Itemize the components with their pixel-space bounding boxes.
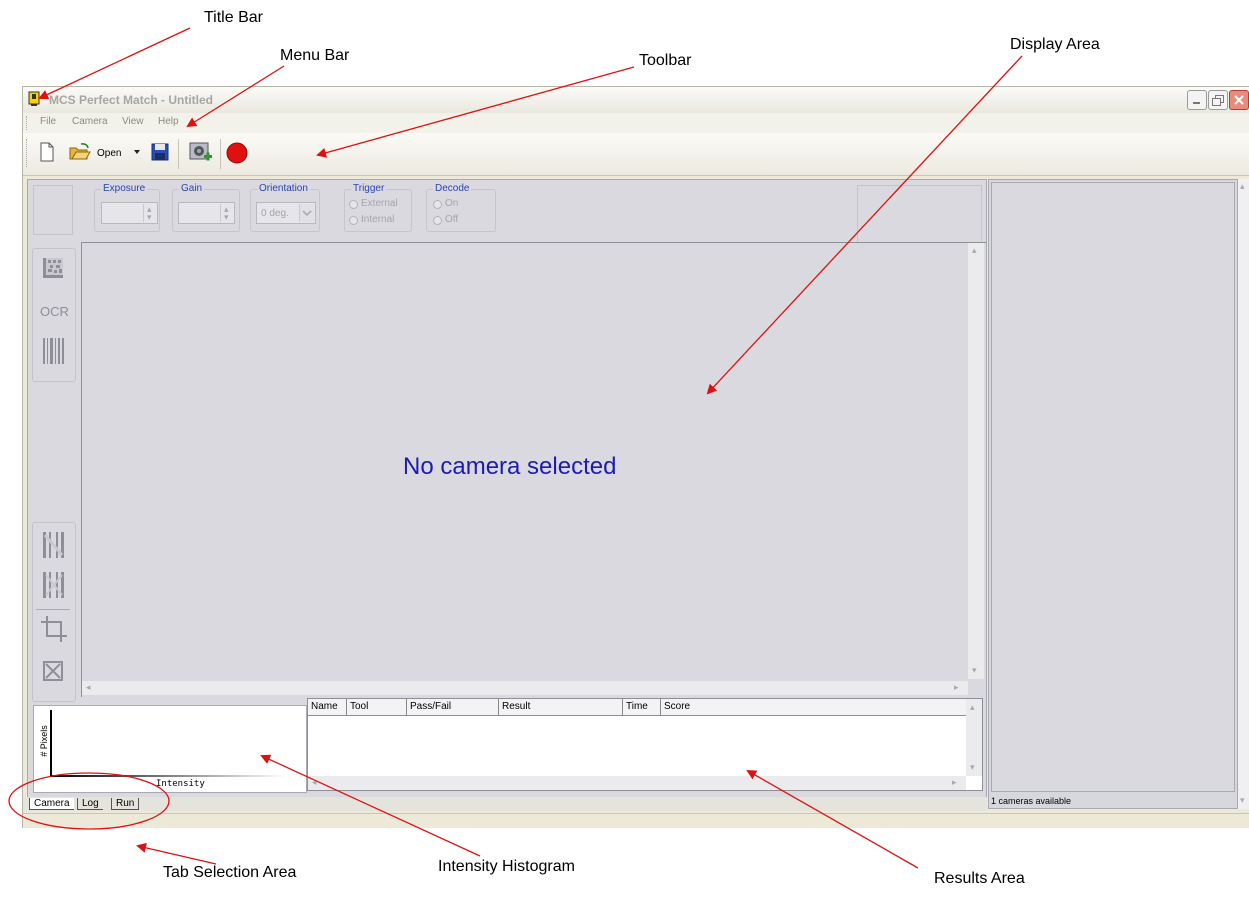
arrow-title-bar	[38, 27, 191, 100]
arrow-toolbar	[316, 66, 635, 158]
arrow-tab-selection	[136, 842, 217, 865]
arrow-display-area	[706, 55, 1023, 395]
annotation-arrows	[8, 27, 1023, 869]
arrow-results-area	[746, 770, 919, 869]
tab-selection-highlight	[8, 772, 170, 830]
arrow-histogram	[260, 754, 481, 857]
arrow-menu-bar	[186, 65, 285, 128]
